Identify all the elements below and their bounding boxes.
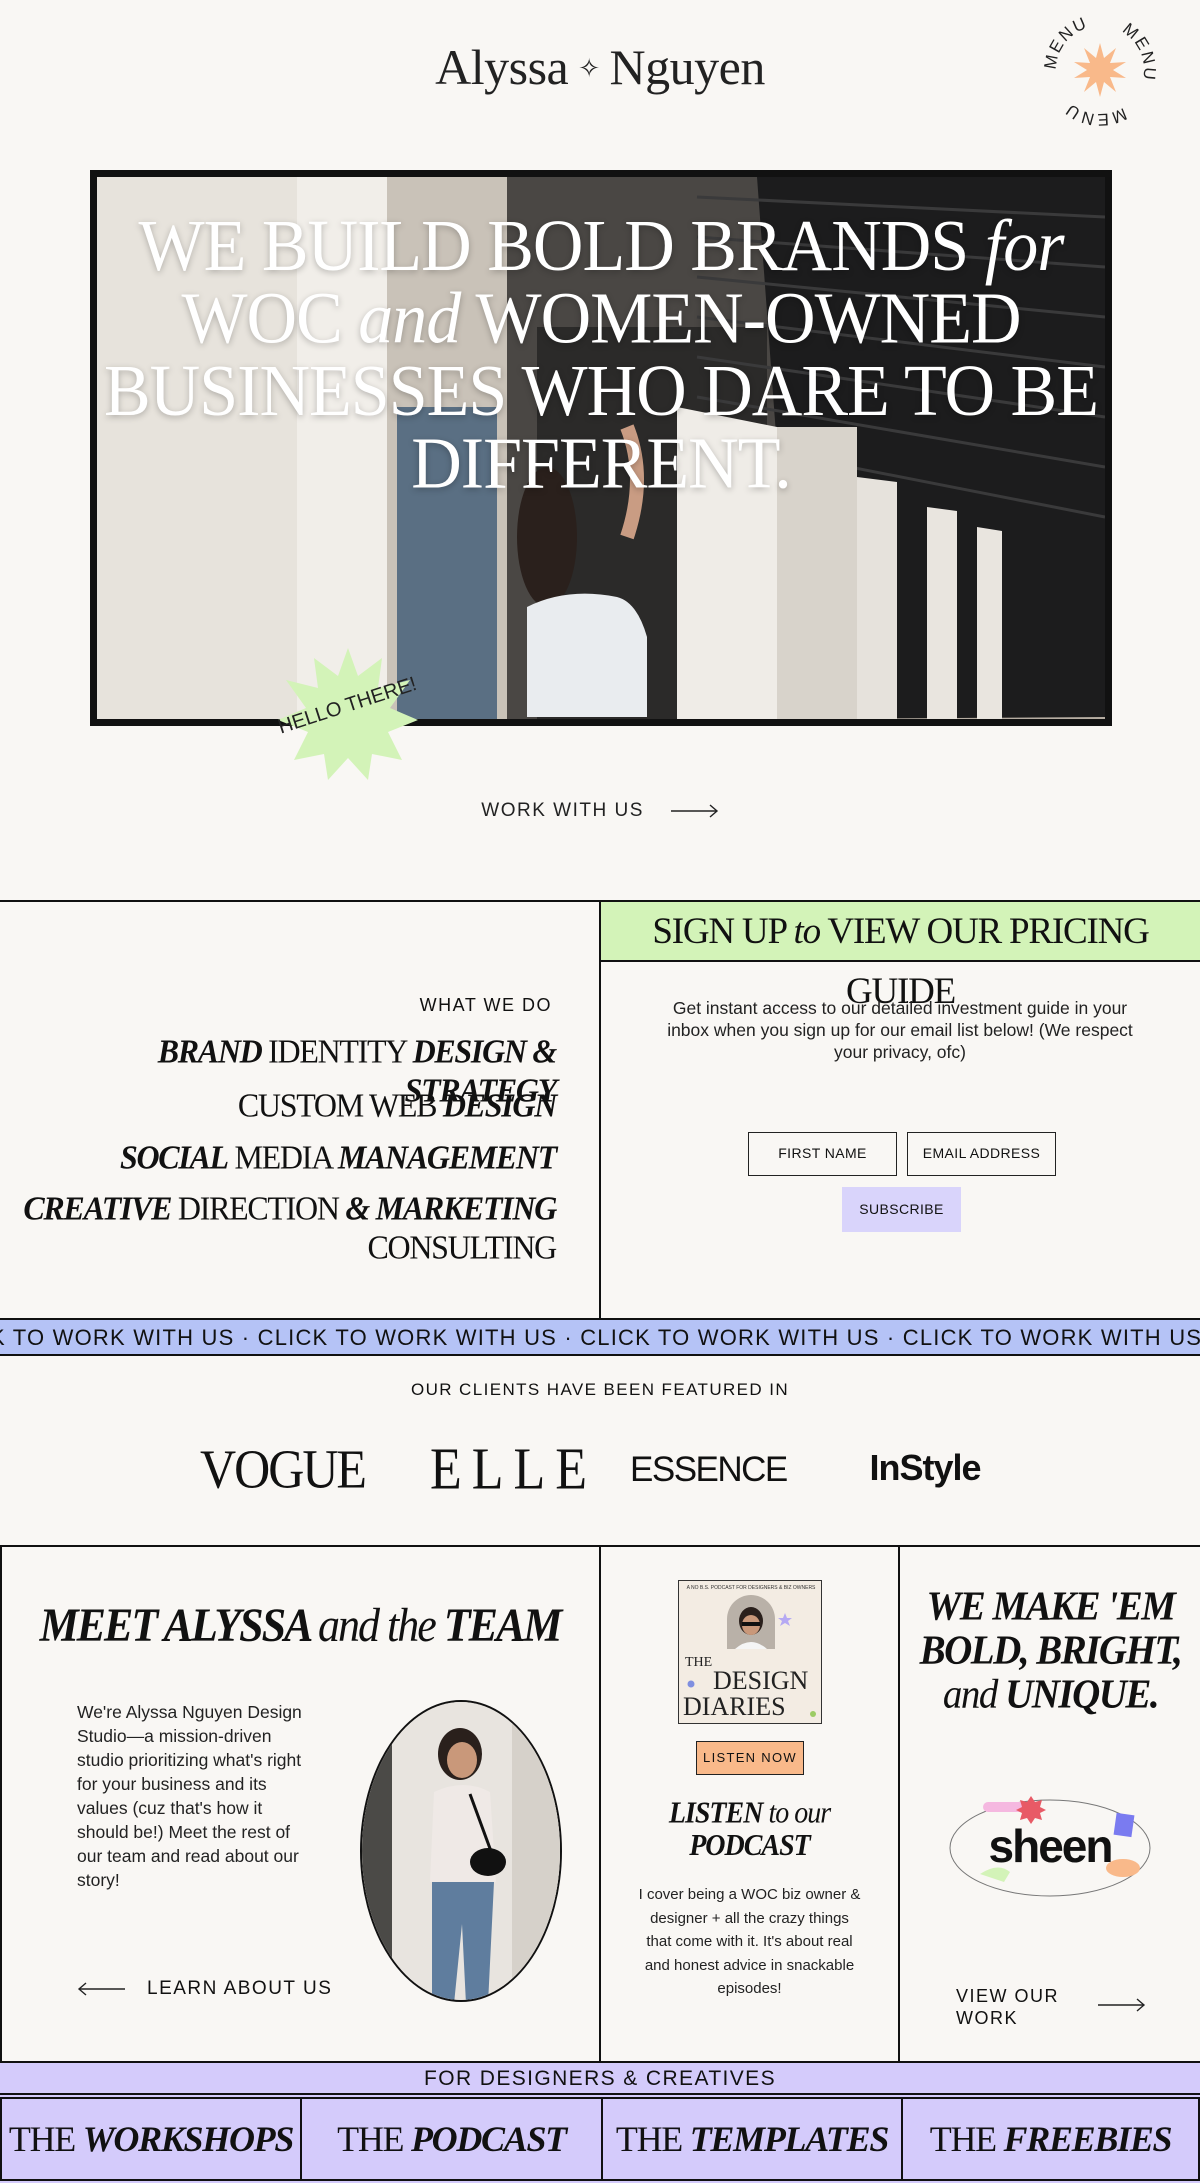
designers-creatives-banner: FOR DESIGNERS & CREATIVES [0,2063,1200,2095]
hero-banner: WE BUILD BOLD BRANDS for WOC and WOMEN-O… [90,170,1112,726]
featured-title: OUR CLIENTS HAVE BEEN FEATURED IN [410,1380,790,1399]
hero-line-1: WE BUILD BOLD BRANDS [138,205,970,287]
podcast-cover[interactable]: A NO B.S. PODCAST FOR DESIGNERS & BIZ OW… [678,1580,822,1724]
site-logo[interactable]: Alyssa ✧ Nguyen [0,38,1200,96]
alyssa-portrait [360,1700,562,2002]
email-field[interactable]: EMAIL ADDRESS [907,1132,1056,1176]
sheen-logo-sample[interactable]: sheen [945,1796,1155,1906]
sparkle-star-icon: ✧ [578,53,600,83]
listen-now-button[interactable]: LISTEN NOW [696,1741,804,1775]
service-item-social: SOCIAL MEDIA MANAGEMENT [120,1138,557,1176]
hero-line-2-italic: and [358,278,461,360]
signup-description: Get instant access to our detailed inves… [667,998,1133,1062]
hero-line-2c: WOMEN-OWNED [475,278,1022,360]
marquee-text: K TO WORK WITH US · CLICK TO WORK WITH U… [0,1325,1200,1350]
sheen-logo-text: sheen [989,1820,1112,1872]
service-item-creative: CREATIVE DIRECTION & MARKETING CONSULTIN… [23,1189,557,1266]
view-our-work-link[interactable]: VIEW OUR WORK [956,1985,1066,2029]
signup-heading: SIGN UP to VIEW OUR PRICING GUIDE [601,902,1200,1012]
menu-label-2: MENU [1119,19,1157,82]
svg-text:MENU: MENU [1041,13,1091,71]
subscribe-button[interactable]: SUBSCRIBE [842,1187,961,1232]
podcast-cover-diaries: DIARIES [683,1692,786,1721]
hero-headline: WE BUILD BOLD BRANDS for WOC and WOMEN-O… [97,210,1105,501]
column-divider-2 [898,1545,900,2063]
podcast-cover-the: THE [685,1655,712,1670]
arrow-right-icon[interactable] [1098,1998,1146,2012]
hello-sticker: HELLO THERE! [278,648,418,780]
essence-logo: ESSENCE [630,1450,788,1489]
nav-podcast[interactable]: THE PODCAST [300,2097,601,2181]
instyle-logo: InStyle [869,1447,981,1488]
service-item-web: CUSTOM WEB DESIGN [237,1086,557,1124]
arrow-left-icon [77,1982,125,1996]
what-we-do-title: WHAT WE DO [419,995,552,1015]
podcast-title: LISTEN to our PODCAST [668,1796,831,1863]
menu-label-1: MENU [1041,13,1089,71]
podcast-cover-tagline: A NO B.S. PODCAST FOR DESIGNERS & BIZ OW… [687,1585,816,1591]
elle-logo: ELLE [430,1436,598,1503]
nav-workshops[interactable]: THE WORKSHOPS [0,2097,300,2181]
first-name-field[interactable]: FIRST NAME [748,1132,897,1176]
work-with-us-label: WORK WITH US [481,800,644,821]
hero-line-4: DIFFERENT. [411,423,792,505]
meet-team-body: We're Alyssa Nguyen Design Studio—a miss… [77,1702,302,1890]
logo-last-name: Nguyen [609,39,766,95]
vogue-logo: VOGUE [200,1438,367,1500]
nav-freebies[interactable]: THE FREEBIES [901,2097,1200,2181]
podcast-cover-design: DESIGN [713,1666,809,1695]
menu-button[interactable]: MENU MENU MENU [1040,10,1160,130]
meet-team-title: MEET ALYSSA and the TEAM [39,1599,563,1652]
work-with-us-marquee[interactable]: K TO WORK WITH US · CLICK TO WORK WITH U… [0,1320,1200,1356]
svg-text:MENU: MENU [1061,99,1129,129]
arrow-right-icon [670,804,718,818]
work-with-us-link[interactable]: WORK WITH US [0,800,1200,822]
podcast-description: I cover being a WOC biz owner & designer… [638,1886,861,1997]
menu-label-3: MENU [1061,99,1127,129]
hero-line-3: BUSINESSES WHO DARE TO BE [103,350,1099,432]
learn-about-us-label: LEARN ABOUT US [147,1978,333,1999]
work-title: WE MAKE 'EM BOLD, BRIGHT, and UNIQUE. [919,1583,1183,1718]
section-divider [599,900,601,1320]
svg-text:MENU: MENU [1119,19,1159,82]
learn-about-us-link[interactable]: LEARN ABOUT US [77,1978,332,2000]
nav-templates[interactable]: THE TEMPLATES [601,2097,901,2181]
hero-line-2a: WOC [181,278,342,360]
logo-first-name: Alyssa [435,39,569,95]
menu-sun-icon [1074,43,1126,97]
hero-line-1-italic: for [984,205,1065,287]
